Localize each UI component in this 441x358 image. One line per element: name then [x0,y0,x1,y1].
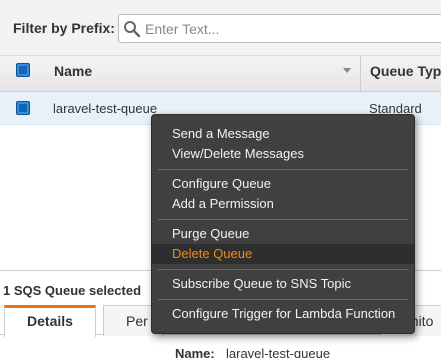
menu-item-purge-queue[interactable]: Purge Queue [152,224,414,244]
selected-count-label: 1 SQS Queue selected [3,283,142,298]
menu-item-send-message[interactable]: Send a Message [152,124,414,144]
search-icon [124,21,141,38]
detail-name-value: laravel-test-queue [226,346,331,358]
filter-label: Filter by Prefix: [13,20,115,36]
sort-caret-icon[interactable] [343,68,351,74]
select-all-checkbox[interactable] [16,63,30,77]
menu-item-subscribe-sns[interactable]: Subscribe Queue to SNS Topic [152,274,414,294]
filter-bar: Filter by Prefix: [0,0,441,56]
filter-input-box[interactable] [118,14,441,43]
detail-name-label: Name: [175,346,215,358]
queue-actions-context-menu: Send a Message View/Delete Messages Conf… [151,114,415,334]
column-header-queue-type[interactable]: Queue Typ [370,63,441,79]
table-header: Name Queue Typ [0,56,441,92]
row-checkbox[interactable] [16,101,30,115]
menu-separator [158,169,408,170]
column-header-name[interactable]: Name [54,63,92,79]
menu-item-delete-queue[interactable]: Delete Queue [152,244,414,264]
queue-name-cell: laravel-test-queue [53,101,158,116]
column-divider[interactable] [360,56,361,92]
menu-item-configure-lambda-trigger[interactable]: Configure Trigger for Lambda Function [152,304,414,324]
menu-item-view-delete-messages[interactable]: View/Delete Messages [152,144,414,164]
menu-item-configure-queue[interactable]: Configure Queue [152,174,414,194]
menu-separator [158,219,408,220]
menu-separator [158,269,408,270]
filter-input[interactable] [145,17,435,40]
menu-item-add-permission[interactable]: Add a Permission [152,194,414,214]
tab-details[interactable]: Details [4,305,96,337]
menu-separator [158,299,408,300]
